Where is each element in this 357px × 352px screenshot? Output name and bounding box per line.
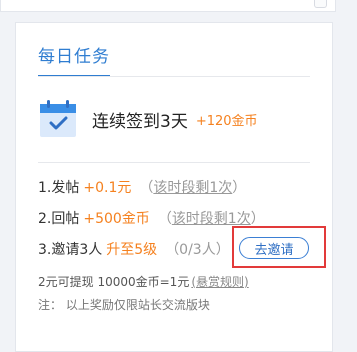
- rules-link[interactable]: (悬赏规则): [191, 275, 248, 289]
- note-text: 注： 以上奖励仅限站长交流版块: [38, 298, 210, 312]
- invite-progress: （0/3人）: [165, 242, 230, 258]
- card-header: 每日任务: [38, 45, 110, 77]
- invite-button[interactable]: 去邀请: [239, 237, 309, 259]
- task-reward: +0.1元: [83, 180, 132, 196]
- withdraw-info: 2元可提现 10000金币=1元 (悬赏规则): [38, 273, 249, 290]
- checkin-row: 连续签到3天 +120金币: [38, 99, 258, 139]
- limit-prefix: （: [139, 180, 154, 196]
- limit-suffix: ）: [250, 211, 265, 227]
- task-reward: 升至5级: [106, 242, 158, 258]
- task-label: 2.回帖: [38, 211, 80, 227]
- checkin-label: 连续签到3天: [92, 111, 188, 132]
- card-title: 每日任务: [38, 45, 110, 77]
- task-limit: （该时段剩1次）: [158, 208, 265, 228]
- checkin-reward: +120金币: [195, 113, 258, 129]
- withdraw-text: 2元可提现 10000金币=1元: [38, 275, 190, 289]
- limit-prefix: （: [157, 211, 172, 227]
- section-divider: [38, 162, 310, 163]
- limit-link[interactable]: 该时段剩1次: [172, 211, 251, 227]
- task-reward: +500金币: [83, 211, 150, 227]
- header-divider: [38, 76, 310, 77]
- task-invite: 3.邀请3人 升至5级 （0/3人）: [38, 238, 230, 260]
- task-reply: 2.回帖 +500金币 （该时段剩1次）: [38, 207, 265, 229]
- collapse-handle-icon[interactable]: [314, 0, 327, 8]
- task-label: 1.发帖: [38, 180, 80, 196]
- task-post: 1.发帖 +0.1元 （该时段剩1次）: [38, 176, 246, 198]
- daily-tasks-card: 每日任务 连续签到3天 +120金币 1.发帖 +0.1元 （该时段剩1次） 2…: [15, 22, 333, 352]
- task-limit: （该时段剩1次）: [139, 177, 246, 197]
- task-label: 3.邀请3人: [38, 242, 103, 258]
- limit-suffix: ）: [232, 180, 247, 196]
- limit-link[interactable]: 该时段剩1次: [153, 180, 232, 196]
- calendar-check-icon: [38, 99, 78, 139]
- top-card-remnant: [0, 0, 336, 12]
